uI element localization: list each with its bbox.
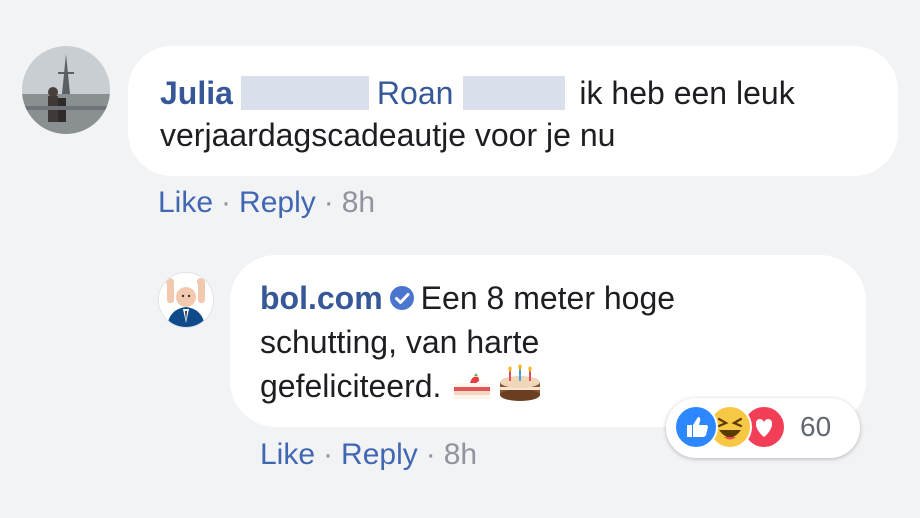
comment-author[interactable]: Julia — [160, 75, 233, 111]
separator-dot: · — [221, 186, 232, 219]
timestamp[interactable]: 8h — [342, 186, 375, 219]
comment-line-1: Julia Roan ik heb een leuk — [160, 72, 898, 114]
reaction-count: 60 — [800, 411, 832, 442]
reply-link[interactable]: Reply — [239, 186, 316, 219]
mention-tag[interactable]: Roan — [377, 75, 454, 111]
reply-text-1: Een 8 meter hoge — [420, 280, 676, 316]
like-link[interactable]: Like — [260, 438, 315, 471]
bol-avatar[interactable] — [158, 272, 214, 328]
separator-dot: · — [323, 186, 334, 219]
comment-text-2: verjaardagscadeautje voor je nu — [160, 117, 616, 153]
like-link[interactable]: Like — [158, 186, 213, 219]
reply-actions: Like · Reply · 8h — [260, 438, 477, 472]
reply-text-3: gefeliciteerd. — [260, 368, 442, 404]
separator-dot: · — [425, 438, 436, 471]
verified-badge-icon — [389, 279, 415, 321]
redacted-name — [240, 76, 369, 110]
timestamp[interactable]: 8h — [444, 438, 477, 471]
reaction-summary[interactable]: 60 — [666, 398, 860, 458]
like-reaction-icon — [674, 405, 718, 449]
julia-avatar[interactable] — [22, 46, 110, 134]
shortcake-emoji-icon — [450, 367, 496, 413]
comment-bubble: Julia Roan ik heb een leuk verjaardagscade… — [128, 46, 898, 176]
separator-dot: · — [323, 438, 334, 471]
reply-text-2: schutting, van harte — [260, 324, 540, 360]
comment-actions: Like · Reply · 8h — [158, 186, 375, 220]
redacted-name — [463, 76, 566, 110]
birthday-cake-emoji-icon — [496, 363, 544, 413]
reply-line-1: bol.com Een 8 meter hoge — [260, 277, 866, 321]
reply-link[interactable]: Reply — [341, 438, 418, 471]
reply-author[interactable]: bol.com — [260, 280, 383, 316]
comment-text-1: ik heb een leuk — [579, 75, 795, 111]
